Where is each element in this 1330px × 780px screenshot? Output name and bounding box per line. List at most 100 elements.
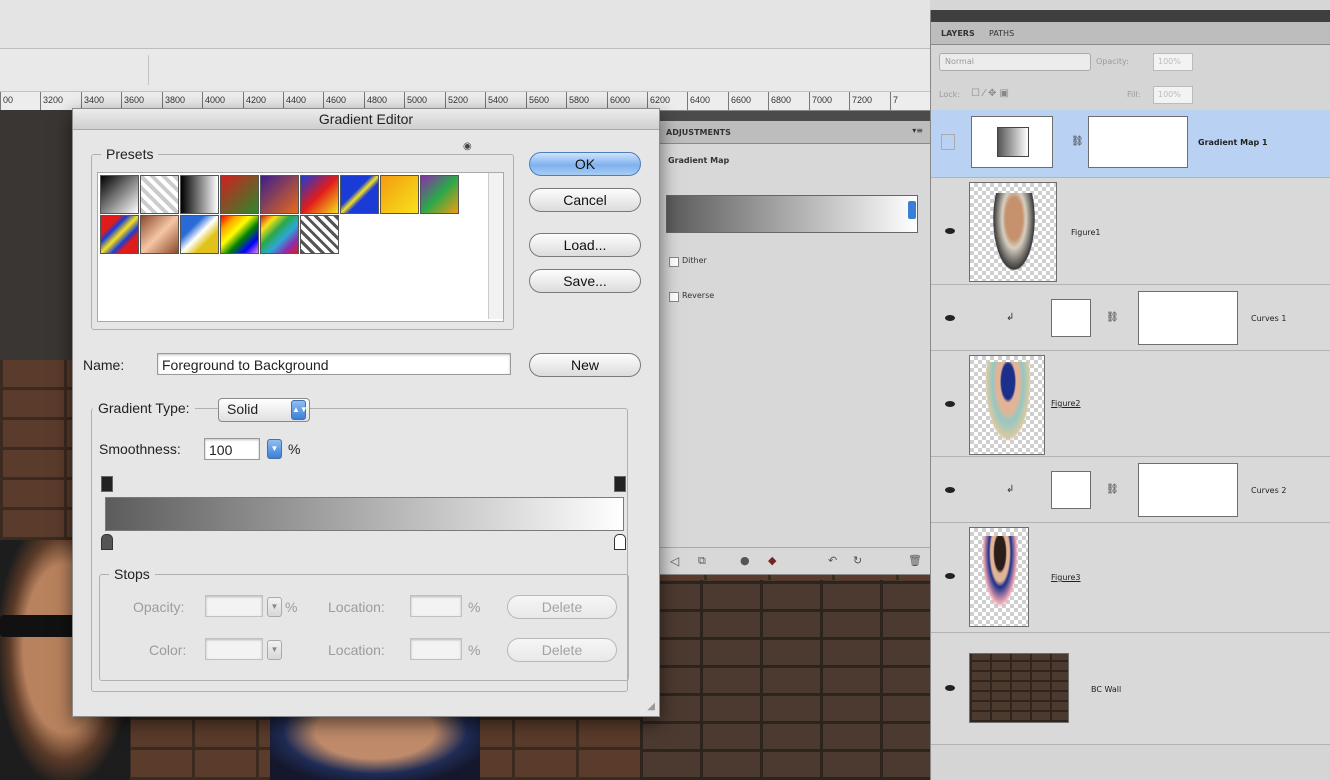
preset-swatch[interactable]	[300, 215, 339, 254]
tab-layers[interactable]: LAYERS	[941, 29, 975, 38]
eye-icon[interactable]	[945, 573, 955, 579]
reverse-checkbox[interactable]	[669, 292, 679, 302]
previous-state-icon[interactable]: ↶	[828, 554, 837, 567]
gradient-dropdown-arrow-icon[interactable]	[908, 201, 916, 219]
figure-thumbnail-image	[990, 193, 1038, 278]
link-chain-icon[interactable]: ⛓	[1106, 484, 1119, 495]
gradient-name-field[interactable]: Foreground to Background	[157, 353, 511, 375]
preset-swatch[interactable]	[140, 215, 179, 254]
layers-tab-strip: LAYERS PATHS	[931, 22, 1330, 45]
ruler-tick-label: 6800	[768, 92, 791, 110]
opacity-label: Opacity:	[133, 599, 185, 615]
eye-icon[interactable]	[945, 315, 955, 321]
gradient-preview-bar[interactable]	[105, 497, 624, 531]
tab-paths[interactable]: PATHS	[989, 29, 1014, 38]
fill-label: Fill:	[1127, 90, 1141, 99]
color-stop-right[interactable]	[614, 534, 626, 550]
preset-swatch[interactable]	[260, 215, 299, 254]
eye-icon[interactable]	[945, 401, 955, 407]
opacity-stop-left[interactable]	[101, 476, 113, 492]
preset-swatch[interactable]	[220, 175, 259, 214]
select-arrows-icon: ▲▼	[291, 400, 308, 420]
layer-row-figure2[interactable]: Figure2	[931, 351, 1330, 457]
divider	[148, 55, 149, 85]
resize-grip-icon[interactable]: ◢	[647, 701, 655, 712]
visibility-eye-icon[interactable]: ◆	[768, 554, 776, 567]
preset-swatch[interactable]	[420, 175, 459, 214]
eye-icon[interactable]	[945, 487, 955, 493]
layer-opacity-field[interactable]: 100%	[1153, 53, 1193, 71]
new-button[interactable]: New	[529, 353, 641, 377]
preset-swatch[interactable]	[180, 175, 219, 214]
back-arrow-icon[interactable]: ◁	[670, 554, 679, 568]
color-location-label: Location:	[328, 642, 385, 658]
lock-icons[interactable]: ☐ ⁄ ✥ ▣	[971, 88, 1009, 99]
color-stop-left[interactable]	[101, 534, 113, 550]
delete-color-stop-button[interactable]: Delete	[507, 638, 617, 662]
visibility-toggle[interactable]	[941, 134, 955, 150]
layer-row-curves2[interactable]: ↲ ⛓ Curves 2	[931, 457, 1330, 523]
figure-woman-photo	[270, 710, 480, 780]
save-button[interactable]: Save...	[529, 269, 641, 293]
panel-menu-icon[interactable]: ▾≡	[912, 126, 923, 135]
layer-row-gradient-map[interactable]: ⛓ Gradient Map 1	[931, 110, 1330, 178]
opacity-field[interactable]	[205, 595, 263, 617]
cancel-button[interactable]: Cancel	[529, 188, 641, 212]
delete-opacity-stop-button[interactable]: Delete	[507, 595, 617, 619]
layer-row-curves1[interactable]: ↲ ⛓ Curves 1	[931, 285, 1330, 351]
layer-mask-thumbnail[interactable]	[1138, 291, 1238, 345]
options-bar	[0, 0, 930, 49]
opacity-dropdown-icon[interactable]: ▼	[267, 597, 282, 617]
link-chain-icon[interactable]: ⛓	[1071, 136, 1084, 147]
brick-wall-image-right	[640, 580, 930, 780]
gradient-type-value: Solid	[227, 401, 259, 417]
preset-swatch[interactable]	[300, 175, 339, 214]
preset-swatch[interactable]	[380, 175, 419, 214]
ruler-tick-label: 6600	[728, 92, 751, 110]
clip-to-layer-icon[interactable]: ●	[740, 554, 750, 567]
presets-list	[97, 172, 504, 322]
load-button[interactable]: Load...	[529, 233, 641, 257]
expand-view-icon[interactable]: ⧉	[698, 554, 706, 568]
stop-color-swatch[interactable]	[205, 638, 263, 660]
ruler-tick-label: 7	[890, 92, 898, 110]
gradient-type-select[interactable]: Solid ▲▼	[218, 398, 310, 422]
preset-swatch[interactable]	[140, 175, 179, 214]
presets-menu-icon[interactable]: ◉	[463, 141, 472, 152]
opacity-location-label: Location:	[328, 599, 385, 615]
trash-icon[interactable]: 🗑	[908, 554, 922, 567]
ruler-tick-label: 7000	[809, 92, 832, 110]
eye-icon[interactable]	[945, 228, 955, 234]
layer-mask-thumbnail[interactable]	[1138, 463, 1238, 517]
eye-icon[interactable]	[945, 685, 955, 691]
layer-row-figure3[interactable]: Figure3	[931, 523, 1330, 633]
preset-swatch[interactable]	[260, 175, 299, 214]
fill-field[interactable]: 100%	[1153, 86, 1193, 104]
smoothness-field[interactable]: 100	[204, 438, 260, 460]
layer-row-figure1[interactable]: Figure1	[931, 178, 1330, 285]
opacity-stop-right[interactable]	[614, 476, 626, 492]
layer-row-bc-wall[interactable]: BC Wall	[931, 633, 1330, 745]
adjustments-footer: ◁ ⧉ ● ◆ ↶ ↻ 🗑	[658, 547, 931, 574]
layer-mask-thumbnail[interactable]	[1088, 116, 1188, 168]
preset-swatch[interactable]	[100, 215, 139, 254]
color-dropdown-icon[interactable]: ▼	[267, 640, 282, 660]
preset-swatch[interactable]	[100, 175, 139, 214]
preset-swatch[interactable]	[340, 175, 379, 214]
reset-icon[interactable]: ↻	[853, 554, 862, 567]
preset-swatch[interactable]	[220, 215, 259, 254]
gradient-map-preview[interactable]	[666, 195, 918, 233]
ok-button[interactable]: OK	[529, 152, 641, 176]
link-chain-icon[interactable]: ⛓	[1106, 312, 1119, 323]
presets-label: Presets	[101, 146, 159, 162]
tab-adjustments[interactable]: ADJUSTMENTS	[666, 128, 731, 137]
color-location-field[interactable]	[410, 638, 462, 660]
smoothness-dropdown-icon[interactable]: ▼	[267, 439, 282, 459]
opacity-location-field[interactable]	[410, 595, 462, 617]
blend-mode-select[interactable]: Normal	[939, 53, 1091, 71]
presets-scrollbar[interactable]	[488, 173, 503, 319]
dither-checkbox[interactable]	[669, 257, 679, 267]
smoothness-percent: %	[288, 441, 301, 457]
preset-swatch[interactable]	[180, 215, 219, 254]
stops-group	[99, 574, 629, 681]
